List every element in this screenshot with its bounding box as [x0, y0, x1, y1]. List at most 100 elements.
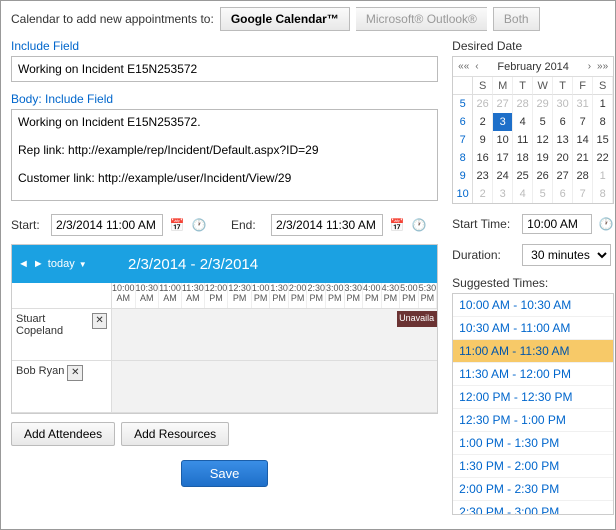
dow-cell: T — [513, 77, 533, 95]
calendar-day[interactable]: 11 — [513, 131, 533, 149]
calendar-day[interactable]: 2 — [473, 185, 493, 203]
calendar-day[interactable]: 24 — [493, 167, 513, 185]
next-icon[interactable]: ► — [33, 258, 44, 270]
calendar-day[interactable]: 23 — [473, 167, 493, 185]
calendar-day[interactable]: 29 — [533, 95, 553, 113]
calendar-day[interactable]: 22 — [593, 149, 613, 167]
calendar-day[interactable]: 31 — [573, 95, 593, 113]
calendar-day[interactable]: 4 — [513, 113, 533, 131]
add-resources-button[interactable]: Add Resources — [121, 422, 229, 446]
calendar-day[interactable]: 4 — [513, 185, 533, 203]
week-number[interactable]: 9 — [453, 167, 473, 185]
calendar-day[interactable]: 7 — [573, 113, 593, 131]
calendar-day[interactable]: 28 — [573, 167, 593, 185]
calendar-day[interactable]: 27 — [553, 167, 573, 185]
week-number[interactable]: 5 — [453, 95, 473, 113]
today-button[interactable]: today — [48, 258, 75, 270]
calendar-day[interactable]: 19 — [533, 149, 553, 167]
body-textarea[interactable] — [11, 109, 438, 201]
save-button[interactable]: Save — [181, 460, 269, 487]
calendar-day[interactable]: 21 — [573, 149, 593, 167]
calendar-day[interactable]: 6 — [553, 185, 573, 203]
suggested-time-item[interactable]: 10:00 AM - 10:30 AM — [453, 294, 613, 317]
remove-attendee-button[interactable]: ✕ — [92, 313, 107, 329]
clock-icon[interactable]: 🕐 — [191, 217, 207, 233]
week-number[interactable]: 8 — [453, 149, 473, 167]
remove-attendee-button[interactable]: ✕ — [67, 365, 83, 381]
end-label: End: — [231, 218, 265, 232]
week-number[interactable]: 10 — [453, 185, 473, 203]
suggested-times-list[interactable]: 10:00 AM - 10:30 AM10:30 AM - 11:00 AM11… — [452, 293, 614, 515]
date-picker: «« ‹ February 2014 › »» SMTWTFS 52627282… — [452, 56, 614, 204]
calendar-day[interactable]: 25 — [513, 167, 533, 185]
dow-cell: F — [573, 77, 593, 95]
calendar-day[interactable]: 18 — [513, 149, 533, 167]
suggested-time-item[interactable]: 1:30 PM - 2:00 PM — [453, 455, 613, 478]
calendar-day[interactable]: 26 — [533, 167, 553, 185]
clock-icon[interactable]: 🕐 — [411, 217, 427, 233]
chevron-down-icon[interactable]: ▼ — [79, 260, 87, 269]
calendar-day[interactable]: 16 — [473, 149, 493, 167]
suggested-time-item[interactable]: 10:30 AM - 11:00 AM — [453, 317, 613, 340]
week-number[interactable]: 6 — [453, 113, 473, 131]
calendar-day[interactable]: 27 — [493, 95, 513, 113]
time-header-cell: 5:00PM — [400, 283, 419, 308]
calendar-day[interactable]: 1 — [593, 167, 613, 185]
calendar-day[interactable]: 8 — [593, 185, 613, 203]
suggested-time-item[interactable]: 2:00 PM - 2:30 PM — [453, 478, 613, 501]
clock-icon[interactable]: 🕐 — [598, 216, 614, 232]
suggested-time-item[interactable]: 2:30 PM - 3:00 PM — [453, 501, 613, 515]
calendar-day[interactable]: 5 — [533, 113, 553, 131]
calendar-day[interactable]: 5 — [533, 185, 553, 203]
start-input[interactable] — [51, 214, 163, 236]
calendar-day[interactable]: 13 — [553, 131, 573, 149]
add-attendees-button[interactable]: Add Attendees — [11, 422, 115, 446]
google-calendar-button[interactable]: Google Calendar™ — [220, 7, 350, 31]
calendar-day[interactable]: 20 — [553, 149, 573, 167]
schedule-row[interactable]: Unavaila — [112, 309, 437, 361]
calendar-day[interactable]: 3 — [493, 185, 513, 203]
calendar-day[interactable]: 17 — [493, 149, 513, 167]
suggested-time-item[interactable]: 11:00 AM - 11:30 AM — [453, 340, 613, 363]
prev-year-icon[interactable]: «« — [455, 61, 472, 72]
week-number[interactable]: 7 — [453, 131, 473, 149]
attendee-name: Bob Ryan — [16, 365, 64, 377]
calendar-day[interactable]: 2 — [473, 113, 493, 131]
calendar-day[interactable]: 9 — [473, 131, 493, 149]
time-header-cell: 5:30PM — [419, 283, 438, 308]
calendar-day[interactable]: 15 — [593, 131, 613, 149]
both-button[interactable]: Both — [493, 7, 540, 31]
calendar-day[interactable]: 28 — [513, 95, 533, 113]
duration-label: Duration: — [452, 248, 516, 262]
calendar-day[interactable]: 8 — [593, 113, 613, 131]
suggested-times-label: Suggested Times: — [452, 276, 614, 290]
calendar-day[interactable]: 12 — [533, 131, 553, 149]
suggested-time-item[interactable]: 1:00 PM - 1:30 PM — [453, 432, 613, 455]
suggested-time-item[interactable]: 12:00 PM - 12:30 PM — [453, 386, 613, 409]
suggested-time-item[interactable]: 11:30 AM - 12:00 PM — [453, 363, 613, 386]
calendar-day[interactable]: 3 — [493, 113, 513, 131]
calendar-icon[interactable]: 📅 — [389, 217, 405, 233]
include-field-link[interactable]: Include Field — [11, 39, 438, 53]
calendar-day[interactable]: 30 — [553, 95, 573, 113]
duration-select[interactable]: 30 minutes — [522, 244, 611, 266]
start-time-input[interactable] — [522, 214, 592, 234]
calendar-day[interactable]: 1 — [593, 95, 613, 113]
schedule-row[interactable] — [112, 361, 437, 413]
calendar-day[interactable]: 10 — [493, 131, 513, 149]
scheduler: ◄ ► today ▼ 2/3/2014 - 2/3/2014 Stuart C… — [11, 244, 438, 414]
next-year-icon[interactable]: »» — [594, 61, 611, 72]
calendar-day[interactable]: 6 — [553, 113, 573, 131]
outlook-button[interactable]: Microsoft® Outlook® — [356, 7, 487, 31]
calendar-day[interactable]: 7 — [573, 185, 593, 203]
suggested-time-item[interactable]: 12:30 PM - 1:00 PM — [453, 409, 613, 432]
calendar-icon[interactable]: 📅 — [169, 217, 185, 233]
prev-icon[interactable]: ◄ — [18, 258, 29, 270]
body-include-field-link[interactable]: Body: Include Field — [11, 92, 438, 106]
calendar-day[interactable]: 14 — [573, 131, 593, 149]
next-month-icon[interactable]: › — [585, 61, 594, 72]
end-input[interactable] — [271, 214, 383, 236]
calendar-day[interactable]: 26 — [473, 95, 493, 113]
prev-month-icon[interactable]: ‹ — [472, 61, 481, 72]
subject-input[interactable] — [11, 56, 438, 82]
